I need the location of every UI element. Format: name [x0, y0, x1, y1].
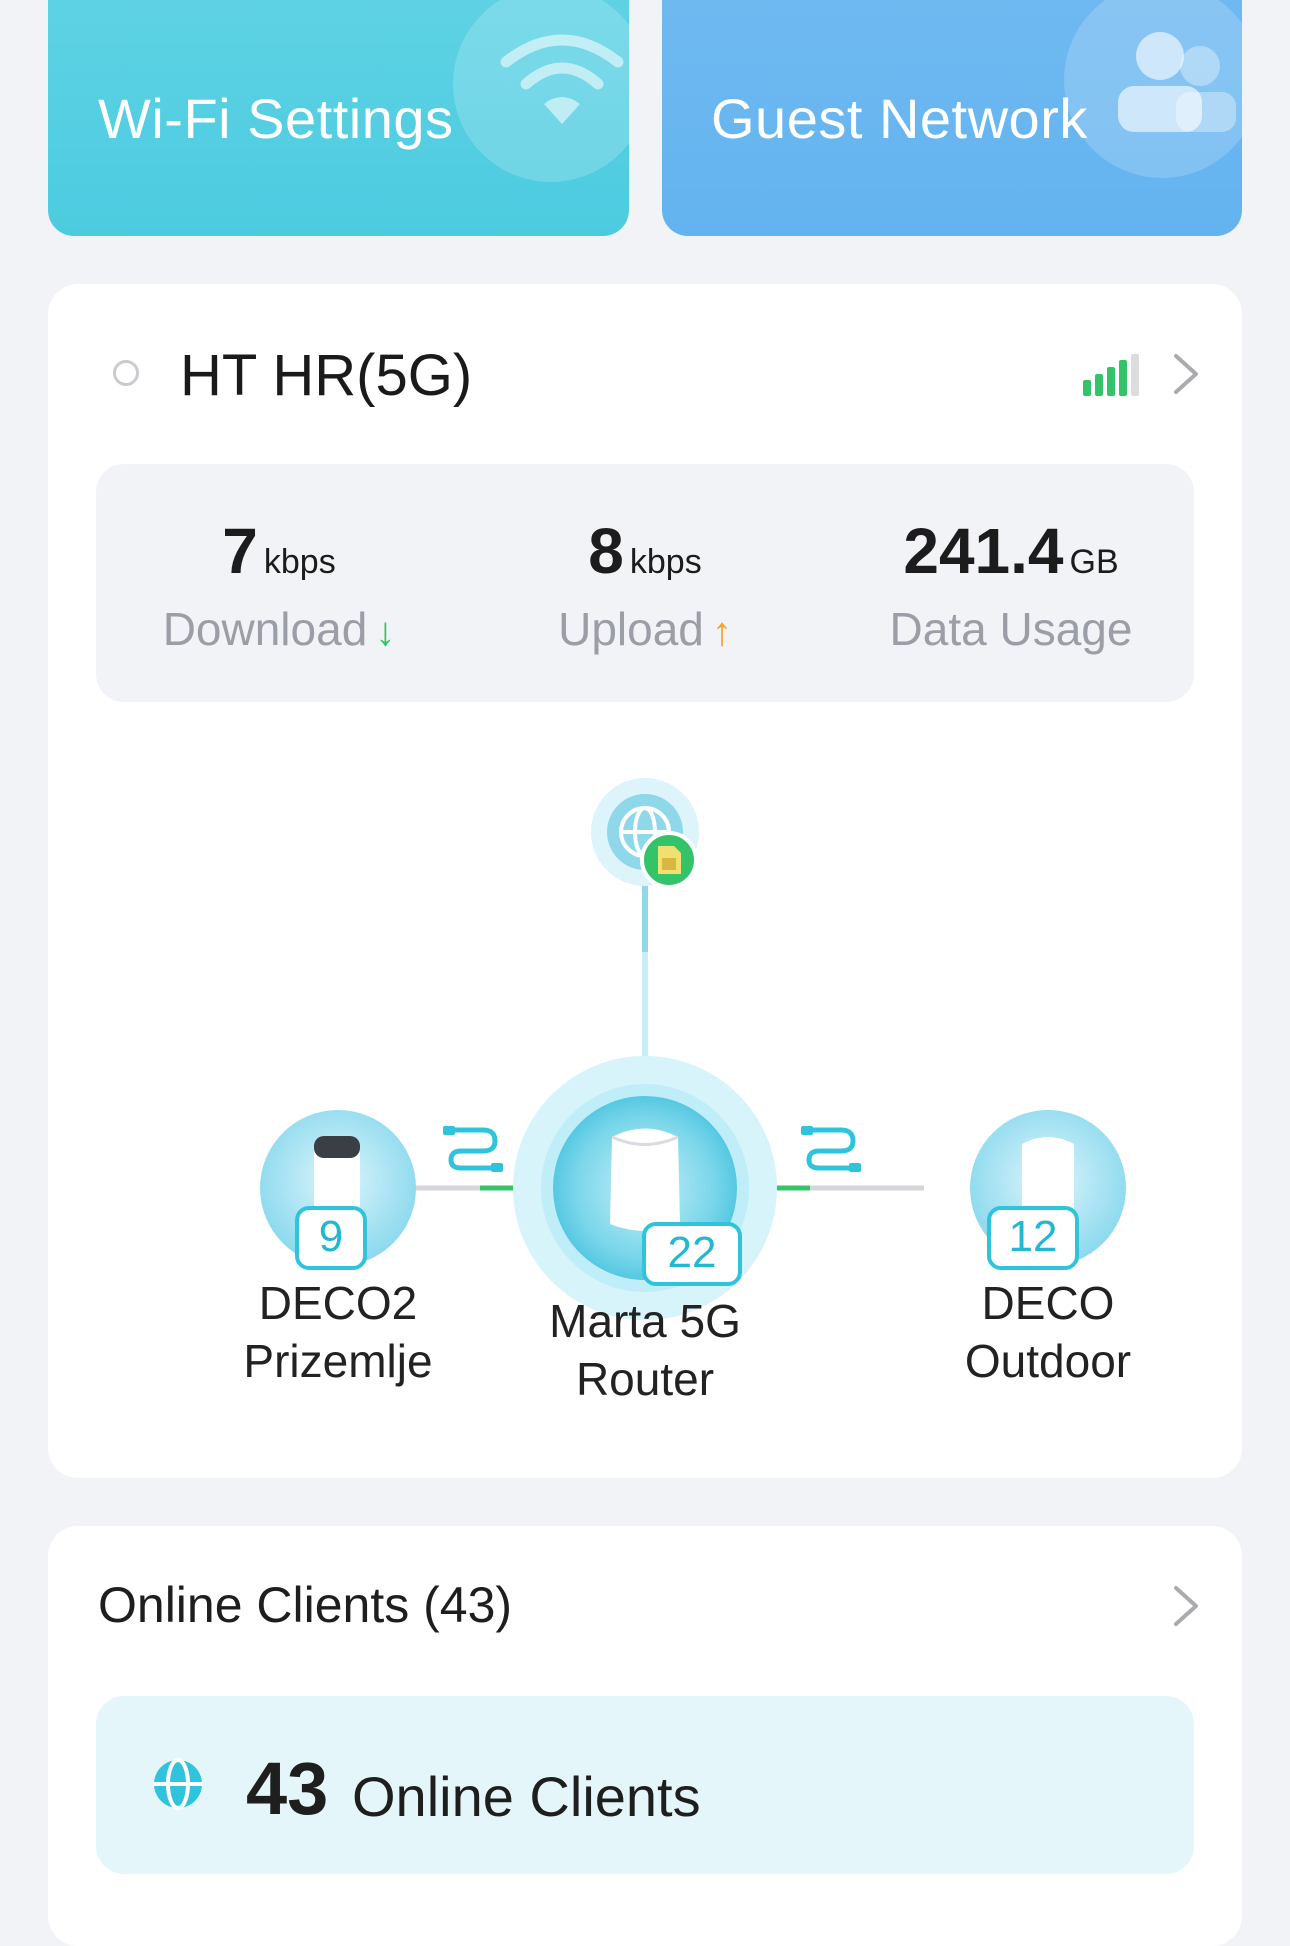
network-card: HT HR(5G) 7 kbps Download ↓ 8 kbps Upload ↑ … — [48, 284, 1242, 1478]
download-label: Download — [162, 603, 368, 655]
guest-network-tile[interactable]: Guest Network — [662, 0, 1242, 236]
wifi-icon — [500, 34, 624, 124]
deco-left-name-line2: Prizemlje — [243, 1335, 433, 1387]
deco-right-label: DECO Outdoor — [898, 1274, 1198, 1390]
network-topology: 22 9 12 Marta 5G Router DECO2 Prizemlje … — [48, 764, 1242, 1464]
upload-stat: 8 kbps Upload ↑ — [462, 514, 828, 656]
ethernet-cable-icon — [443, 1126, 503, 1172]
guest-network-label: Guest Network — [711, 87, 1088, 150]
stats-panel: 7 kbps Download ↓ 8 kbps Upload ↑ 241.4 GB Da… — [96, 464, 1194, 702]
main-router-name-line2: Router — [575, 1353, 715, 1405]
deco-left-client-count: 9 — [295, 1206, 367, 1270]
deco-left-label: DECO2 Prizemlje — [188, 1274, 488, 1390]
download-stat: 7 kbps Download ↓ — [96, 514, 462, 656]
download-unit: kbps — [263, 543, 336, 581]
deco-right-name-line2: Outdoor — [964, 1335, 1132, 1387]
download-value: 7 — [222, 515, 258, 587]
arrow-down-icon: ↓ — [375, 610, 396, 654]
upload-label: Upload — [558, 603, 704, 655]
usage-stat: 241.4 GB Data Usage — [828, 514, 1194, 656]
wifi-settings-tile[interactable]: Wi-Fi Settings — [48, 0, 629, 236]
online-clients-summary[interactable]: 43 Online Clients — [96, 1696, 1194, 1874]
usage-label: Data Usage — [889, 603, 1133, 655]
main-router-name-line1: Marta 5G — [549, 1295, 741, 1347]
online-clients-title: Online Clients (43) — [98, 1577, 513, 1633]
usage-value: 241.4 — [903, 515, 1064, 587]
upload-value: 8 — [588, 515, 624, 587]
upload-unit: kbps — [629, 543, 702, 581]
wifi-settings-label: Wi-Fi Settings — [98, 87, 454, 150]
network-radio[interactable] — [113, 360, 139, 386]
deco-right-name-line1: DECO — [981, 1277, 1115, 1329]
main-router-label: Marta 5G Router — [495, 1292, 795, 1408]
main-router-client-count: 22 — [642, 1222, 742, 1286]
users-icon — [1118, 32, 1236, 132]
online-clients-label: Online Clients — [352, 1765, 701, 1828]
globe-icon — [154, 1758, 202, 1810]
usage-unit: GB — [1069, 543, 1119, 581]
chevron-right-icon[interactable] — [1172, 1584, 1200, 1628]
online-clients-card[interactable]: Online Clients (43) 43 Online Clients — [48, 1526, 1242, 1946]
internet-node[interactable] — [591, 778, 699, 886]
chevron-right-icon[interactable] — [1172, 352, 1200, 396]
deco-left-name-line1: DECO2 — [258, 1277, 418, 1329]
online-clients-count: 43 — [246, 1747, 329, 1830]
signal-icon — [1083, 354, 1139, 396]
ethernet-cable-icon — [801, 1126, 861, 1172]
deco-right-client-count: 12 — [987, 1206, 1079, 1270]
network-name: HT HR(5G) — [180, 343, 473, 408]
arrow-up-icon: ↑ — [711, 610, 732, 654]
